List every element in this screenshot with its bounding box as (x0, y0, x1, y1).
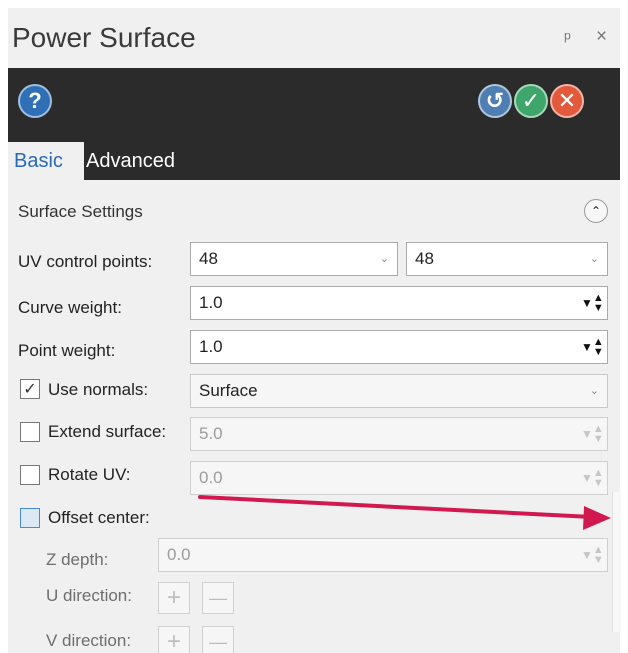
rotate-uv-value: 0.0 (199, 468, 223, 487)
chevron-down-icon: ⌄ (589, 253, 599, 265)
caret-down-icon: ▼ (581, 340, 593, 354)
minus-icon: — (209, 587, 227, 608)
chevron-up-icon: ⌃ (590, 204, 602, 218)
spin-down-icon[interactable]: ▼ (593, 434, 604, 445)
apply-and-continue-button[interactable]: ↺ (478, 84, 512, 118)
z-depth-label: Z depth: (46, 550, 109, 569)
help-button[interactable]: ? (18, 84, 52, 118)
caret-down-icon: ▼ (581, 471, 593, 485)
use-normals-dropdown[interactable]: Surface ⌄ (190, 374, 608, 408)
check-icon: ✓ (23, 381, 37, 398)
extend-surface-stepper[interactable]: ▼ ▲ ▼ (581, 418, 604, 450)
extend-surface-label: Extend surface: (48, 422, 167, 441)
rotate-uv-field[interactable]: 0.0 ▼ ▲ ▼ (190, 461, 608, 495)
tab-advanced[interactable]: Advanced (80, 142, 181, 180)
title-bar: Power Surface ᵖ × (8, 8, 620, 68)
collapse-section-button[interactable]: ⌃ (584, 199, 608, 223)
point-weight-stepper[interactable]: ▼ ▲ ▼ (581, 331, 604, 363)
uv-control-points-u-dropdown[interactable]: 48 ⌄ (190, 242, 398, 276)
curve-weight-stepper[interactable]: ▼ ▲ ▼ (581, 287, 604, 319)
offset-center-checkbox[interactable] (20, 508, 40, 528)
v-direction-remove-button[interactable]: — (202, 626, 234, 653)
chevron-down-icon: ⌄ (379, 253, 389, 265)
caret-down-icon: ▼ (581, 296, 593, 310)
curve-weight-label: Curve weight: (18, 298, 122, 317)
use-normals-label: Use normals: (48, 380, 149, 399)
caret-down-icon: ▼ (581, 427, 593, 441)
uv-u-value: 48 (199, 249, 218, 268)
v-direction-add-button[interactable]: + (158, 626, 190, 653)
z-depth-field[interactable]: 0.0 ▼ ▲ ▼ (158, 538, 608, 572)
extend-surface-checkbox[interactable] (20, 422, 40, 442)
caret-down-icon: ▼ (581, 548, 593, 562)
ok-button[interactable]: ✓ (514, 84, 548, 118)
uv-control-points-v-dropdown[interactable]: 48 ⌄ (406, 242, 608, 276)
spin-down-icon[interactable]: ▼ (593, 555, 604, 566)
offset-center-label: Offset center: (48, 508, 150, 527)
z-depth-stepper[interactable]: ▼ ▲ ▼ (581, 539, 604, 571)
plus-icon: + (166, 584, 181, 611)
point-weight-value: 1.0 (199, 337, 223, 356)
spin-down-icon[interactable]: ▼ (593, 303, 604, 314)
spin-down-icon[interactable]: ▼ (593, 347, 604, 358)
extend-surface-value: 5.0 (199, 424, 223, 443)
scrollbar-edge[interactable] (612, 492, 621, 632)
apply-continue-icon: ↺ (485, 88, 505, 113)
use-normals-value: Surface (199, 381, 258, 400)
minus-icon: — (209, 631, 227, 652)
close-icon[interactable]: × (596, 26, 607, 48)
cancel-x-icon: ✕ (557, 88, 577, 113)
uv-control-points-label: UV control points: (18, 252, 153, 271)
uv-v-value: 48 (415, 249, 434, 268)
v-direction-label: V direction: (46, 631, 132, 650)
u-direction-label: U direction: (46, 586, 132, 605)
u-direction-add-button[interactable]: + (158, 582, 190, 614)
point-weight-field[interactable]: 1.0 ▼ ▲ ▼ (190, 330, 608, 364)
panel-title: Power Surface (12, 22, 196, 53)
power-surface-panel: Power Surface ᵖ × ? ↺ ✓ ✕ Basic Advanced… (8, 8, 620, 653)
curve-weight-value: 1.0 (199, 293, 223, 312)
rotate-uv-label: Rotate UV: (48, 465, 131, 484)
u-direction-remove-button[interactable]: — (202, 582, 234, 614)
plus-icon: + (166, 628, 181, 653)
pin-icon[interactable]: ᵖ (564, 28, 571, 49)
rotate-uv-stepper[interactable]: ▼ ▲ ▼ (581, 462, 604, 494)
point-weight-label: Point weight: (18, 341, 116, 360)
checkmark-icon: ✓ (521, 88, 541, 113)
cancel-button[interactable]: ✕ (550, 84, 584, 118)
toolbar: ? ↺ ✓ ✕ Basic Advanced (8, 68, 620, 180)
rotate-uv-checkbox[interactable] (20, 465, 40, 485)
curve-weight-field[interactable]: 1.0 ▼ ▲ ▼ (190, 286, 608, 320)
use-normals-checkbox[interactable]: ✓ (20, 379, 40, 399)
chevron-down-icon: ⌄ (589, 385, 599, 397)
extend-surface-field[interactable]: 5.0 ▼ ▲ ▼ (190, 417, 608, 451)
z-depth-value: 0.0 (167, 545, 191, 564)
spin-down-icon[interactable]: ▼ (593, 478, 604, 489)
help-icon: ? (28, 88, 42, 113)
section-title: Surface Settings (18, 202, 143, 221)
surface-settings-section: Surface Settings ⌃ UV control points: 48… (8, 180, 620, 653)
tab-basic[interactable]: Basic (8, 142, 84, 180)
